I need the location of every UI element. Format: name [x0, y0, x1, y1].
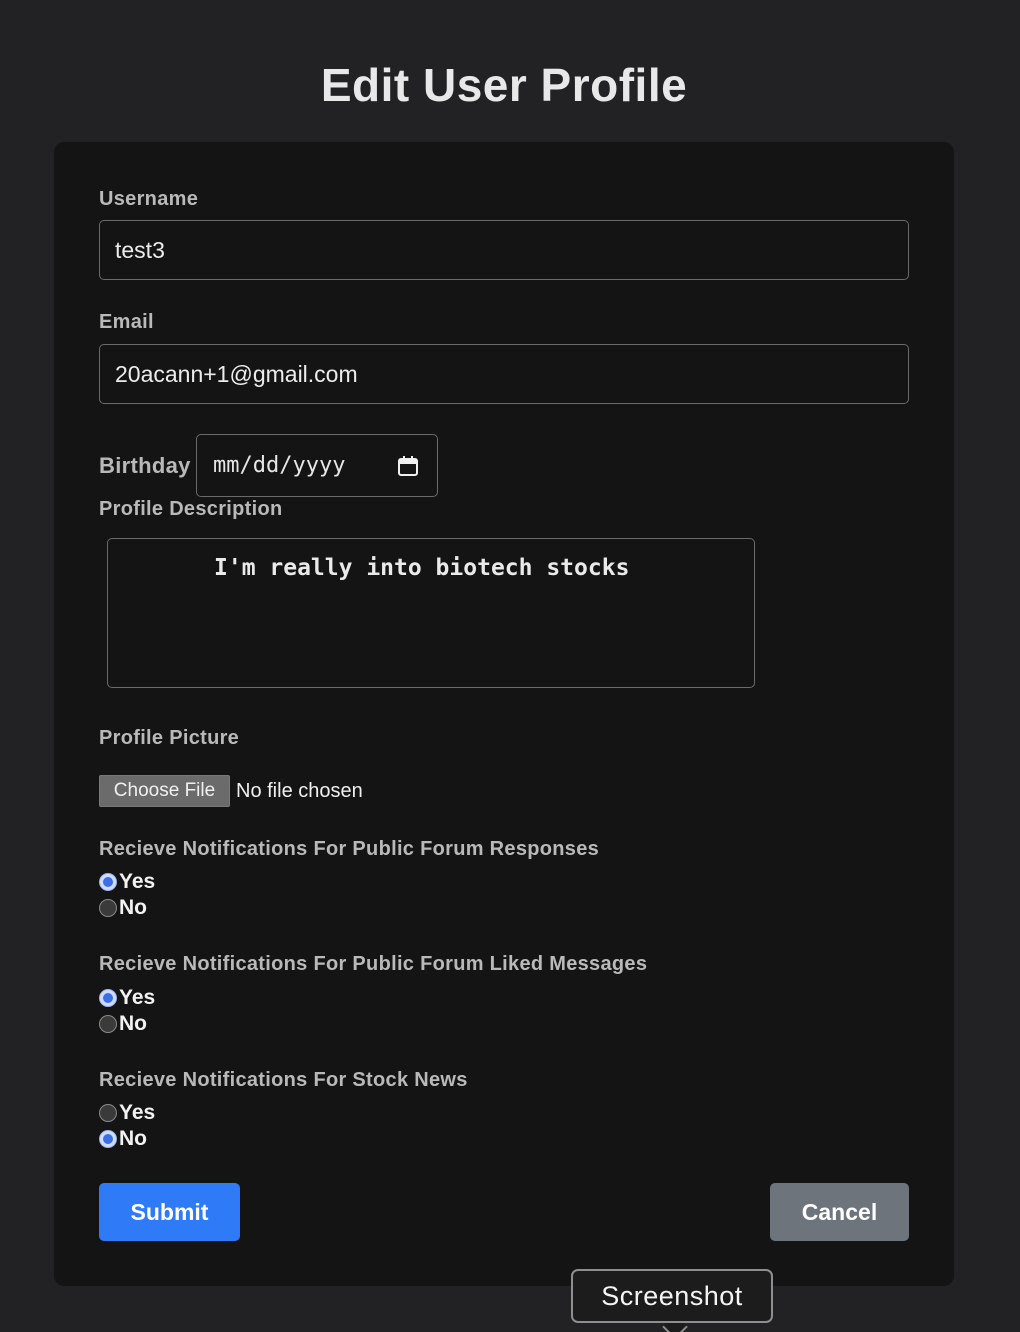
username-value: test3 [115, 236, 165, 263]
username-input[interactable]: test3 [99, 220, 909, 280]
notif-liked-messages-no[interactable]: No [99, 1012, 147, 1036]
radio-label: Yes [119, 986, 156, 1009]
radio-button[interactable] [99, 899, 117, 917]
username-label: Username [99, 188, 199, 210]
description-textarea[interactable]: I'm really into biotech stocks [107, 538, 755, 688]
radio-label: Yes [119, 870, 156, 893]
notif-forum-responses-yes[interactable]: Yes [99, 870, 155, 894]
birthday-date-input[interactable]: mm/dd/yyyy [196, 434, 438, 497]
radio-label: Yes [119, 1101, 156, 1124]
submit-button[interactable]: Submit [99, 1183, 240, 1241]
page: Edit User Profile Username test3 Email 2… [0, 0, 1020, 1332]
radio-button[interactable] [99, 989, 117, 1007]
file-status: No file chosen [236, 780, 363, 802]
notif-stock-news-no[interactable]: No [99, 1127, 147, 1151]
radio-label: No [119, 896, 147, 919]
email-label: Email [99, 311, 154, 333]
birthday-placeholder: mm/dd/yyyy [213, 453, 346, 478]
cancel-button[interactable]: Cancel [770, 1183, 909, 1241]
notif-stock-news-label: Recieve Notifications For Stock News [99, 1069, 468, 1091]
calendar-icon[interactable] [397, 455, 419, 477]
birthday-label: Birthday [99, 453, 191, 478]
radio-button[interactable] [99, 873, 117, 891]
radio-button[interactable] [99, 1130, 117, 1148]
notif-liked-messages-yes[interactable]: Yes [99, 986, 155, 1010]
page-title: Edit User Profile [320, 59, 688, 111]
radio-label: No [119, 1127, 147, 1150]
notif-stock-news-yes[interactable]: Yes [99, 1101, 155, 1125]
choose-file-button[interactable]: Choose File [99, 775, 230, 807]
email-value: 20acann+1@gmail.com [115, 360, 358, 387]
notif-forum-responses-no[interactable]: No [99, 896, 147, 920]
profile-form: Username test3 Email 20acann+1@gmail.com… [54, 142, 954, 1286]
screenshot-tooltip: Screenshot [571, 1269, 773, 1323]
notif-forum-responses-label: Recieve Notifications For Public Forum R… [99, 838, 600, 860]
picture-label: Profile Picture [99, 727, 240, 749]
description-label: Profile Description [99, 498, 283, 520]
notif-liked-messages-label: Recieve Notifications For Public Forum L… [99, 953, 648, 975]
email-input[interactable]: 20acann+1@gmail.com [99, 344, 909, 404]
radio-button[interactable] [99, 1104, 117, 1122]
radio-label: No [119, 1012, 147, 1035]
radio-button[interactable] [99, 1015, 117, 1033]
